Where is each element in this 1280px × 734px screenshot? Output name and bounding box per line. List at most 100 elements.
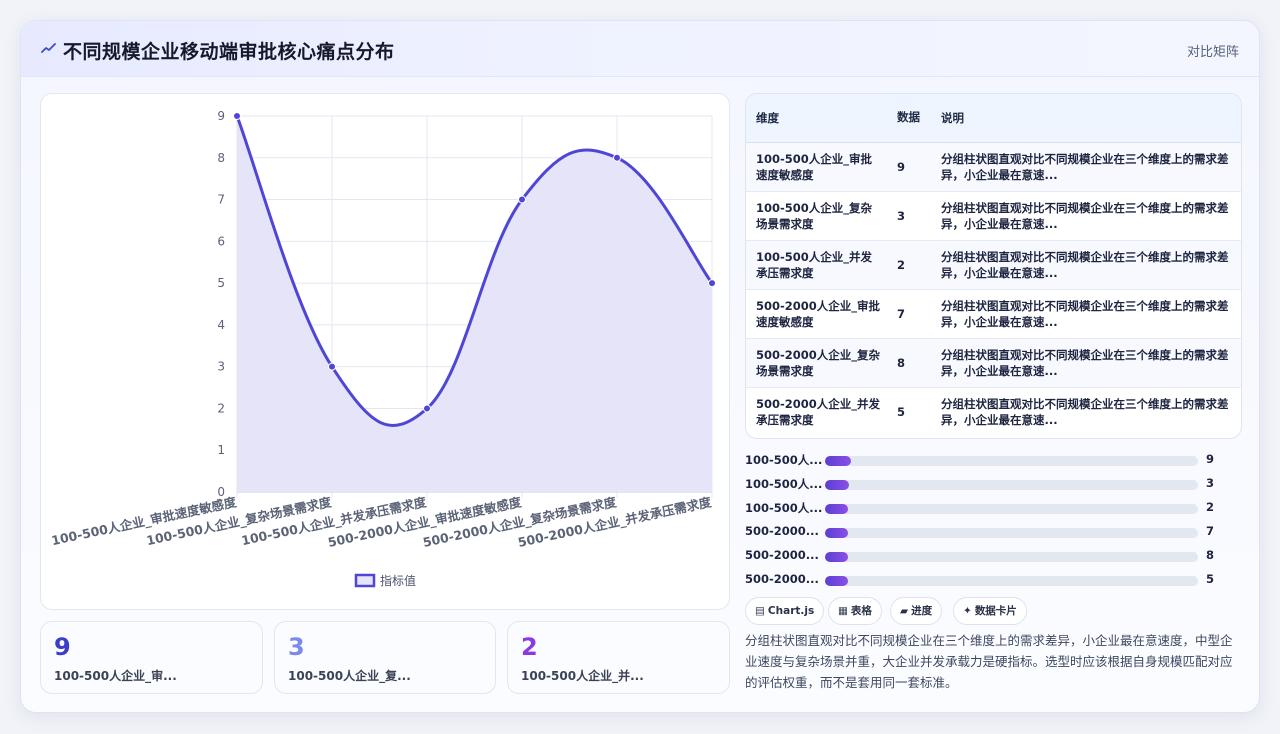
sparkle-icon: ✦	[963, 605, 972, 617]
y-tick-label: 5	[217, 276, 225, 290]
table-body: 100-500人企业_审批速度敏感度 9 分组柱状图直观对比不同规模企业在三个维度上…	[746, 142, 1241, 436]
progress-track	[825, 552, 1198, 562]
cell-description: 分组柱状图直观对比不同规模企业在三个维度上的需求差异，小企业最在意速...	[931, 191, 1241, 241]
cell-value: 9	[893, 142, 931, 192]
y-tick-label: 8	[217, 151, 225, 165]
column-header-dim: 维度	[746, 94, 893, 143]
cell-dimension: 500-2000人企业_复杂场景需求度	[746, 338, 893, 388]
kpi-card-2: 3 100-500人企业_复...	[274, 621, 496, 694]
progress-row: 500-2000... 7	[745, 521, 1225, 545]
table-row: 500-2000人企业_复杂场景需求度 8 分组柱状图直观对比不同规模企业在三个维度…	[746, 338, 1241, 388]
chip-progress[interactable]: ▰ 进度	[890, 597, 943, 625]
progress-row: 500-2000... 8	[745, 545, 1225, 569]
cell-dimension: 500-2000人企业_并发承压需求度	[756, 396, 881, 427]
data-table: 维度 数据 说明 100-500人企业_审批速度敏感度 9 分组柱状图直观对比不同规…	[745, 93, 1242, 439]
cell-dimension: 100-500人企业_审批速度敏感度	[746, 142, 893, 192]
cell-dimension: 100-500人企业_复杂场景需求度	[746, 191, 893, 241]
cell-value: 8	[893, 338, 931, 388]
cell-value: 3	[893, 191, 931, 241]
page-title: 不同规模企业移动端审批核心痛点分布	[63, 41, 395, 63]
progress-fill	[825, 504, 849, 514]
chip-table[interactable]: ▦ 表格	[828, 597, 882, 625]
cell-value: 5	[897, 404, 906, 419]
progress-fill	[825, 576, 849, 586]
table-row: 100-500人企业_并发承压需求度 2 分组柱状图直观对比不同规模企业在三个维度上…	[746, 240, 1241, 290]
cell-description: 分组柱状图直观对比不同规模企业在三个维度上的需求差异，小企业最在意速...	[931, 289, 1241, 339]
series-area	[237, 116, 712, 492]
chip-label: 表格	[850, 605, 872, 617]
table-icon: ▦	[838, 605, 848, 617]
y-tick-label: 3	[217, 360, 225, 374]
progress-value: 5	[1206, 572, 1215, 586]
progress-row: 500-2000... 5	[745, 569, 1225, 593]
kpi-label: 100-500人企业_复...	[288, 669, 411, 683]
legend-swatch	[354, 573, 376, 588]
table-header-row: 维度 数据 说明	[746, 94, 1241, 143]
progress-label: 500-2000...	[745, 548, 819, 562]
progress-fill	[825, 480, 850, 490]
progress-track	[825, 528, 1198, 538]
data-point	[328, 362, 336, 371]
progress-value: 3	[1206, 476, 1215, 490]
progress-fill	[825, 456, 852, 466]
progress-value: 9	[1206, 452, 1215, 466]
trend-line-icon	[41, 43, 56, 53]
progress-row: 100-500人... 9	[745, 449, 1225, 473]
cell-dimension: 100-500人企业_并发承压需求度	[746, 240, 893, 290]
cell-description: 分组柱状图直观对比不同规模企业在三个维度上的需求差异，小企业最在意速...	[931, 338, 1241, 388]
data-point	[708, 279, 716, 288]
y-tick-label: 7	[217, 193, 225, 207]
progress-label: 100-500人...	[745, 501, 823, 515]
line-chart-panel: 0 1 2 3 4 5 6 7 8 9 100-500人企业_审批速度敏感度 100-500人企业_复…	[40, 93, 730, 610]
table-row: 500-2000人企业_并发承压需求度 5 分组柱状图直观对比不同规模企业在三个维度…	[746, 387, 1241, 436]
progress-fill	[825, 552, 849, 562]
table-row: 100-500人企业_复杂场景需求度 3 分组柱状图直观对比不同规模企业在三个维度上…	[746, 191, 1241, 241]
progress-value: 2	[1206, 500, 1215, 514]
kpi-label: 100-500人企业_并...	[521, 669, 644, 683]
cell-value: 7	[893, 289, 931, 339]
data-point	[518, 195, 526, 204]
progress-value: 7	[1206, 524, 1215, 538]
progress-row: 100-500人... 3	[745, 473, 1225, 497]
kpi-value: 3	[288, 633, 305, 661]
progress-track	[825, 576, 1198, 586]
line-chart: 0123456789100-500人企业_审批速度敏感度100-500人企业_复…	[50, 109, 716, 588]
progress-track	[825, 456, 1198, 466]
cell-dimension: 500-2000人企业_审批速度敏感度	[746, 289, 893, 339]
y-tick-label: 9	[217, 109, 225, 123]
cell-description: 分组柱状图直观对比不同规模企业在三个维度上的需求差异，小企业最在意速...	[931, 142, 1241, 192]
kpi-value: 2	[521, 633, 538, 661]
chip-data-card[interactable]: ✦ 数据卡片	[953, 597, 1027, 625]
progress-list: 100-500人... 9 100-500人... 3 100-500人... 2 500-…	[745, 449, 1225, 593]
table-row: 500-2000人企业_审批速度敏感度 7 分组柱状图直观对比不同规模企业在三个维度…	[746, 289, 1241, 339]
progress-value: 8	[1206, 548, 1215, 562]
kpi-value: 9	[54, 633, 71, 661]
data-point	[613, 153, 621, 162]
y-tick-label: 6	[217, 234, 225, 248]
progress-row: 100-500人... 2	[745, 497, 1225, 521]
progress-track	[825, 504, 1198, 514]
chart-icon: ▤	[755, 605, 765, 617]
cell-description: 分组柱状图直观对比不同规模企业在三个维度上的需求差异，小企业最在意速...	[941, 396, 1229, 427]
column-header-data: 数据	[893, 94, 931, 143]
progress-label: 100-500人...	[745, 453, 823, 467]
kpi-label: 100-500人企业_审...	[54, 669, 177, 683]
data-point	[233, 112, 241, 120]
table-row: 100-500人企业_审批速度敏感度 9 分组柱状图直观对比不同规模企业在三个维度上…	[746, 142, 1241, 192]
data-point	[423, 404, 431, 413]
progress-icon: ▰	[900, 605, 909, 617]
chip-chartjs[interactable]: ▤ Chart.js	[745, 597, 825, 625]
column-header-desc: 说明	[931, 94, 1241, 143]
card-header: 不同规模企业移动端审批核心痛点分布 对比矩阵	[21, 21, 1259, 77]
kpi-card-3: 2 100-500人企业_并...	[507, 621, 730, 694]
progress-label: 500-2000...	[745, 524, 819, 538]
header-tag: 对比矩阵	[1186, 45, 1239, 60]
progress-label: 100-500人...	[745, 477, 823, 491]
y-tick-label: 4	[217, 318, 225, 332]
y-tick-label: 2	[217, 401, 225, 415]
progress-track	[825, 480, 1198, 490]
dashboard-card: 不同规模企业移动端审批核心痛点分布 对比矩阵 0 1 2 3 4 5 6 7 8 9 100-500…	[20, 20, 1260, 713]
chip-label: 数据卡片	[974, 605, 1017, 617]
legend-label: 指标值	[380, 573, 416, 588]
progress-label: 500-2000...	[745, 572, 819, 586]
